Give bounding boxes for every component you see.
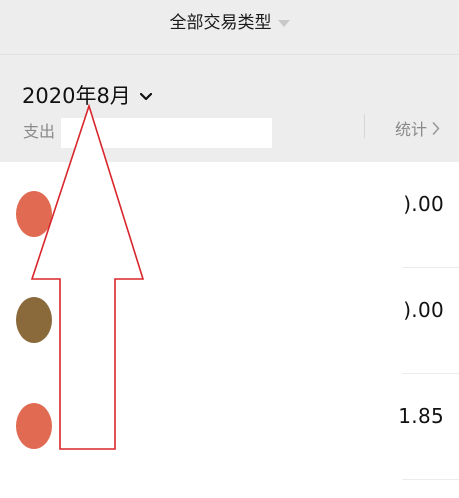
annotation-arrow — [30, 103, 145, 450]
up-arrow-shape — [30, 103, 145, 450]
